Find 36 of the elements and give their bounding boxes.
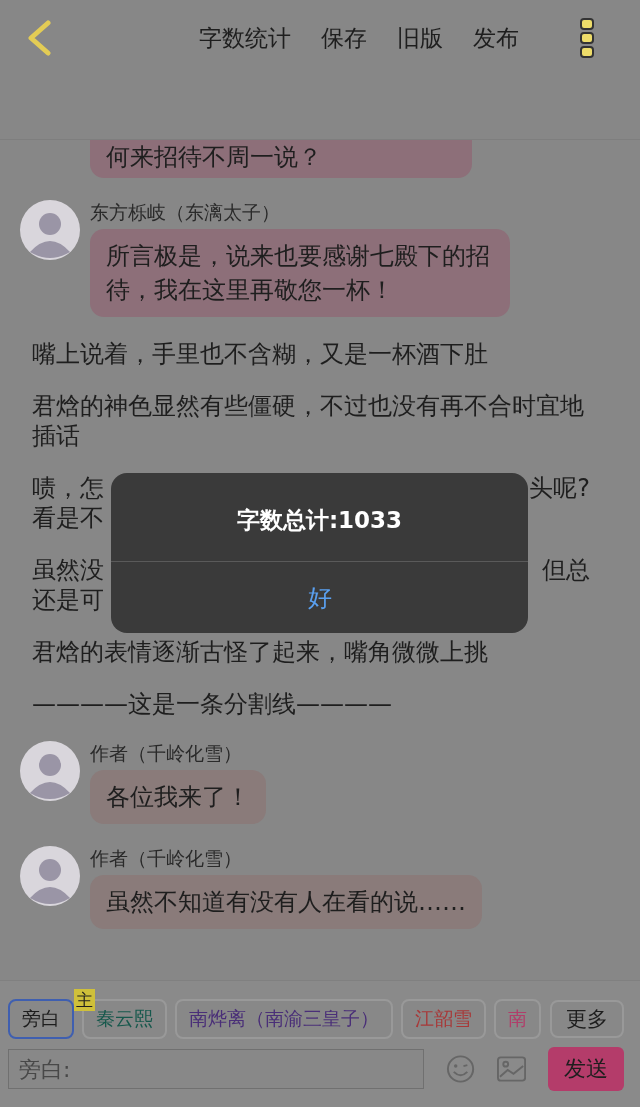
image-icon[interactable] — [496, 1056, 526, 1082]
narration-text: 君焓的神色显然有些僵硬，不过也没有再不合时宜地插话 — [31, 391, 585, 451]
emoji-icon[interactable] — [445, 1054, 475, 1084]
avatar — [20, 200, 80, 260]
speaker-tab[interactable]: 旁白 — [8, 999, 74, 1039]
toolbar-action[interactable]: 发布 — [473, 22, 519, 54]
narration-text: 啧，怎 — [32, 473, 104, 503]
send-button[interactable]: 发送 — [548, 1047, 624, 1091]
more-button[interactable]: 更多 — [550, 1000, 624, 1038]
chat-bubble: 何来招待不周一说？ — [90, 140, 472, 178]
narration-text: 但总 — [542, 555, 590, 585]
narration-text: 还是可 — [32, 585, 104, 615]
narration-text: 虽然没 — [32, 555, 104, 585]
lead-badge: 主 — [74, 989, 95, 1011]
chat-bubble: 各位我来了！ — [90, 770, 266, 824]
back-icon[interactable] — [26, 20, 52, 56]
toolbar-action[interactable]: 字数统计 — [199, 22, 291, 54]
narration-text: 嘴上说着，手里也不含糊，又是一杯酒下肚 — [31, 339, 489, 369]
ok-button[interactable]: 好 — [111, 562, 528, 633]
narration-text: ————这是一条分割线———— — [31, 689, 393, 719]
speaker-name: 作者（千岭化雪） — [90, 846, 243, 870]
avatar — [20, 741, 80, 801]
narration-text: 君焓的表情逐渐古怪了起来，嘴角微微上挑 — [31, 637, 489, 667]
toolbar-action[interactable]: 旧版 — [397, 22, 443, 54]
toolbar-action[interactable]: 保存 — [321, 22, 367, 54]
dialog-title: 字数总计:1033 — [111, 473, 528, 562]
narration-text: 看是不 — [32, 503, 104, 533]
speaker-name: 作者（千岭化雪） — [90, 741, 243, 765]
menu-icon[interactable] — [579, 17, 595, 59]
narration-text: 头呢? — [529, 473, 590, 503]
speaker-name: 东方栎岐（东漓太子） — [90, 200, 281, 224]
avatar — [20, 846, 80, 906]
input-field[interactable]: 旁白: — [8, 1049, 424, 1089]
chat-bubble: 所言极是，说来也要感谢七殿下的招待，我在这里再敬您一杯！ — [90, 229, 510, 317]
speaker-tab[interactable]: 南烨离（南渝三皇子） — [175, 999, 393, 1039]
chat-bubble: 虽然不知道有没有人在看的说…… — [90, 875, 482, 929]
